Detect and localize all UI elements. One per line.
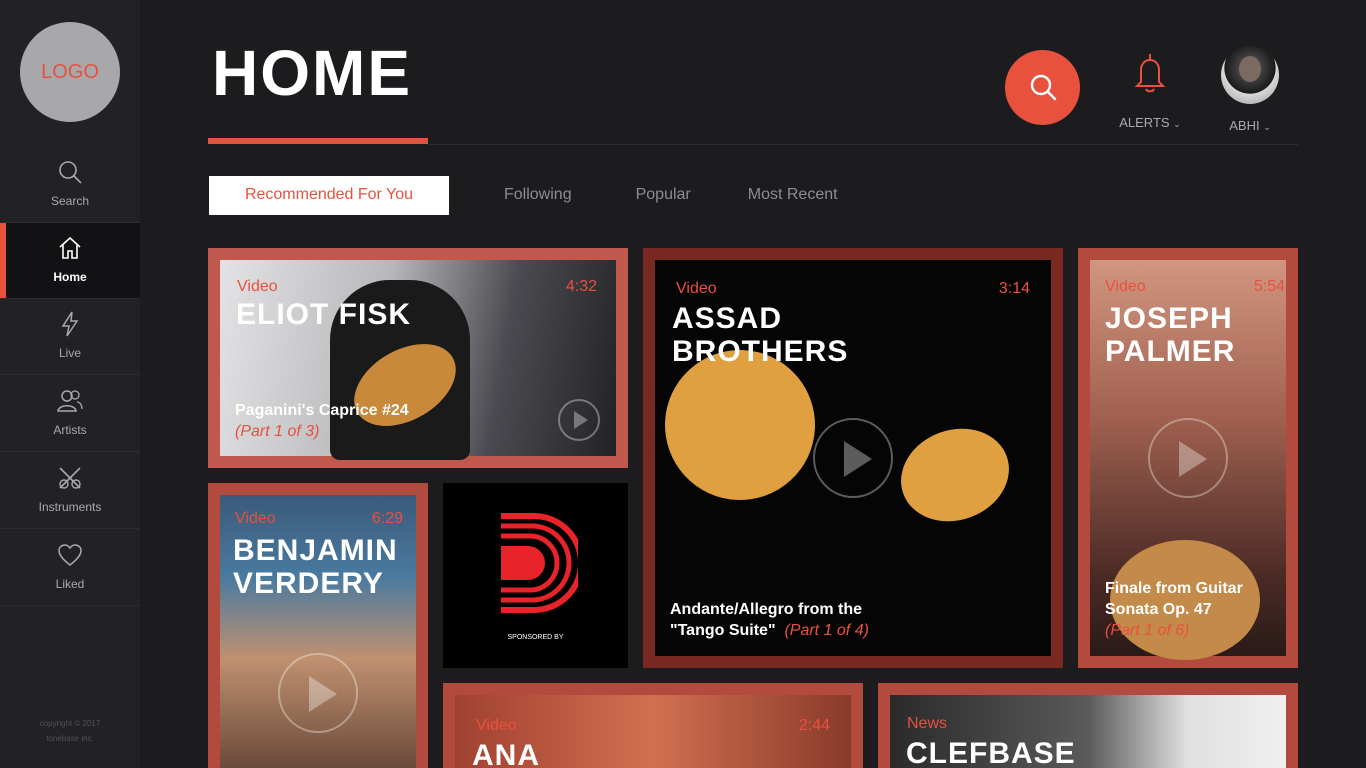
- user-menu[interactable]: ABHI ⌄: [1215, 46, 1285, 133]
- tab-following[interactable]: Following: [504, 186, 572, 204]
- video-card-benjamin-verdery[interactable]: Video 6:29 BENJAMIN VERDERY: [208, 483, 428, 768]
- play-button[interactable]: [1148, 418, 1228, 498]
- play-button[interactable]: [278, 653, 358, 733]
- play-button[interactable]: [813, 418, 893, 498]
- sidebar: LOGO Search Home Live Artists Instrument…: [0, 0, 140, 768]
- card-type: Video: [476, 717, 517, 734]
- card-type: Video: [235, 510, 276, 527]
- copyright: copyright © 2017 tonebase inc.: [0, 716, 140, 746]
- page-title: HOME: [212, 37, 412, 109]
- chevron-down-icon: ⌄: [1263, 122, 1271, 132]
- video-card-eliot-fisk[interactable]: Video 4:32 ELIOT FISK Paganini's Caprice…: [208, 248, 628, 468]
- card-subtitle: Paganini's Caprice #24 (Part 1 of 3): [235, 402, 409, 440]
- tab-popular[interactable]: Popular: [636, 186, 691, 204]
- news-card-clefbase[interactable]: News CLEFBASE: [878, 683, 1298, 768]
- alerts-menu[interactable]: ALERTS ⌄: [1112, 52, 1188, 130]
- card-part: (Part 1 of 4): [784, 622, 869, 639]
- sidebar-item-label: Search: [50, 194, 90, 208]
- card-duration: 6:29: [371, 510, 403, 527]
- card-subtitle: Finale from Guitar Sonata Op. 47 (Part 1…: [1105, 580, 1243, 639]
- alerts-label: ALERTS ⌄: [1119, 115, 1181, 130]
- video-card-ana[interactable]: Video 2:44 ANA: [443, 683, 863, 768]
- sidebar-item-liked[interactable]: Liked: [0, 530, 140, 606]
- card-part: (Part 1 of 6): [1105, 622, 1190, 639]
- search-icon: [1030, 74, 1056, 100]
- card-duration: 2:44: [798, 717, 830, 734]
- artists-icon: [57, 390, 83, 412]
- card-type: News: [907, 715, 948, 732]
- lightning-icon: [61, 311, 79, 337]
- card-title: ELIOT FISK: [236, 298, 411, 331]
- sidebar-item-artists[interactable]: Artists: [0, 376, 140, 452]
- heart-icon: [58, 544, 82, 566]
- sidebar-item-label: Live: [58, 346, 81, 360]
- user-label: ABHI ⌄: [1229, 118, 1271, 133]
- card-duration: 3:14: [998, 280, 1030, 297]
- tab-bar: Recommended For You Following Popular Mo…: [209, 175, 838, 215]
- sidebar-item-home[interactable]: Home: [0, 223, 140, 299]
- tab-recommended[interactable]: Recommended For You: [209, 175, 449, 215]
- home-icon: [59, 236, 81, 259]
- logo-text: LOGO: [41, 60, 99, 83]
- card-type: Video: [676, 280, 717, 297]
- copyright-line: copyright © 2017: [39, 719, 101, 728]
- sidebar-item-live[interactable]: Live: [0, 299, 140, 375]
- card-type: Video: [1105, 278, 1146, 295]
- card-duration: 4:32: [565, 278, 597, 295]
- search-icon: [59, 161, 82, 184]
- sidebar-item-instruments[interactable]: Instruments: [0, 453, 140, 529]
- guitar-right: [887, 413, 1023, 537]
- card-subtitle: Andante/Allegro from the "Tango Suite" (…: [670, 601, 869, 639]
- bell-icon: [1134, 54, 1166, 93]
- logo[interactable]: LOGO: [20, 22, 120, 122]
- video-card-joseph-palmer[interactable]: Video 5:54 JOSEPH PALMER Finale from Gui…: [1078, 248, 1298, 668]
- card-title: ASSAD BROTHERS: [672, 302, 849, 368]
- card-part: (Part 1 of 3): [235, 423, 320, 440]
- sidebar-item-search[interactable]: Search: [0, 147, 140, 223]
- card-type: Video: [237, 278, 278, 295]
- instruments-icon: [59, 467, 81, 489]
- card-title: BENJAMIN VERDERY: [233, 534, 398, 600]
- sponsor-card[interactable]: SPONSORED BY: [443, 483, 628, 668]
- play-button[interactable]: [558, 399, 600, 441]
- daddario-logo: [501, 513, 578, 613]
- copyright-company: tonebase inc.: [46, 734, 94, 743]
- card-title: JOSEPH PALMER: [1105, 302, 1236, 368]
- card-duration: 5:54: [1253, 278, 1285, 295]
- chevron-down-icon: ⌄: [1173, 119, 1181, 129]
- tab-most-recent[interactable]: Most Recent: [748, 186, 838, 204]
- sidebar-item-label: Liked: [55, 577, 85, 591]
- card-title: CLEFBASE: [906, 737, 1076, 768]
- sidebar-item-label: Artists: [53, 423, 87, 437]
- title-underline: [208, 138, 428, 144]
- video-card-assad-brothers[interactable]: Video 3:14 ASSAD BROTHERS Andante/Allegr…: [643, 248, 1063, 668]
- card-title: ANA: [472, 739, 540, 768]
- sponsor-label: SPONSORED BY: [507, 634, 564, 641]
- sidebar-item-label: Instruments: [38, 500, 102, 514]
- sidebar-item-label: Home: [53, 270, 87, 284]
- search-button[interactable]: [1005, 50, 1080, 125]
- header-divider: [428, 144, 1298, 145]
- avatar: [1221, 46, 1279, 104]
